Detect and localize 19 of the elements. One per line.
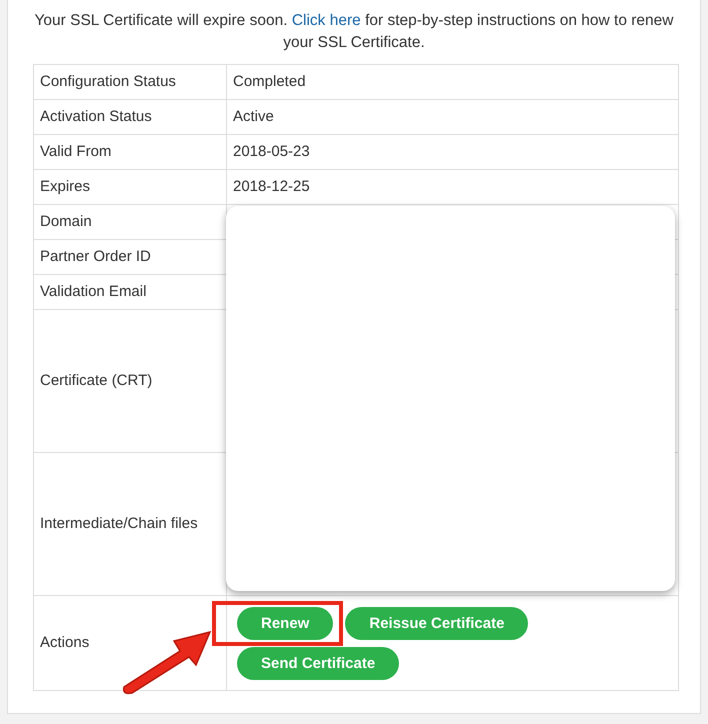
field-label: Validation Email (40, 282, 146, 302)
field-label: Domain (40, 212, 92, 232)
action-button[interactable]: Send Certificate (237, 646, 400, 680)
action-button[interactable]: Reissue Certificate (345, 606, 528, 640)
field-label: Intermediate/Chain files (40, 514, 198, 534)
field-value: 2018-05-23 (233, 142, 310, 162)
click-here-link[interactable]: Click here (292, 12, 361, 29)
field-label: Expires (40, 177, 90, 197)
field-value: 2018-12-25 (233, 177, 310, 197)
expiry-notice: Your SSL Certificate will expire soon. Click here for step-by-step instructions on how to renew your SSL Certificate. (34, 11, 674, 53)
field-value: Active (233, 107, 274, 127)
field-label: Configuration Status (40, 72, 176, 92)
action-button[interactable]: Renew (237, 606, 334, 640)
field-label: Activation Status (40, 107, 152, 127)
field-label: Certificate (CRT) (40, 371, 152, 391)
field-label: Valid From (40, 142, 112, 162)
field-label: Partner Order ID (40, 247, 151, 267)
field-value: Completed (233, 72, 306, 92)
field-label: Actions (40, 633, 90, 653)
